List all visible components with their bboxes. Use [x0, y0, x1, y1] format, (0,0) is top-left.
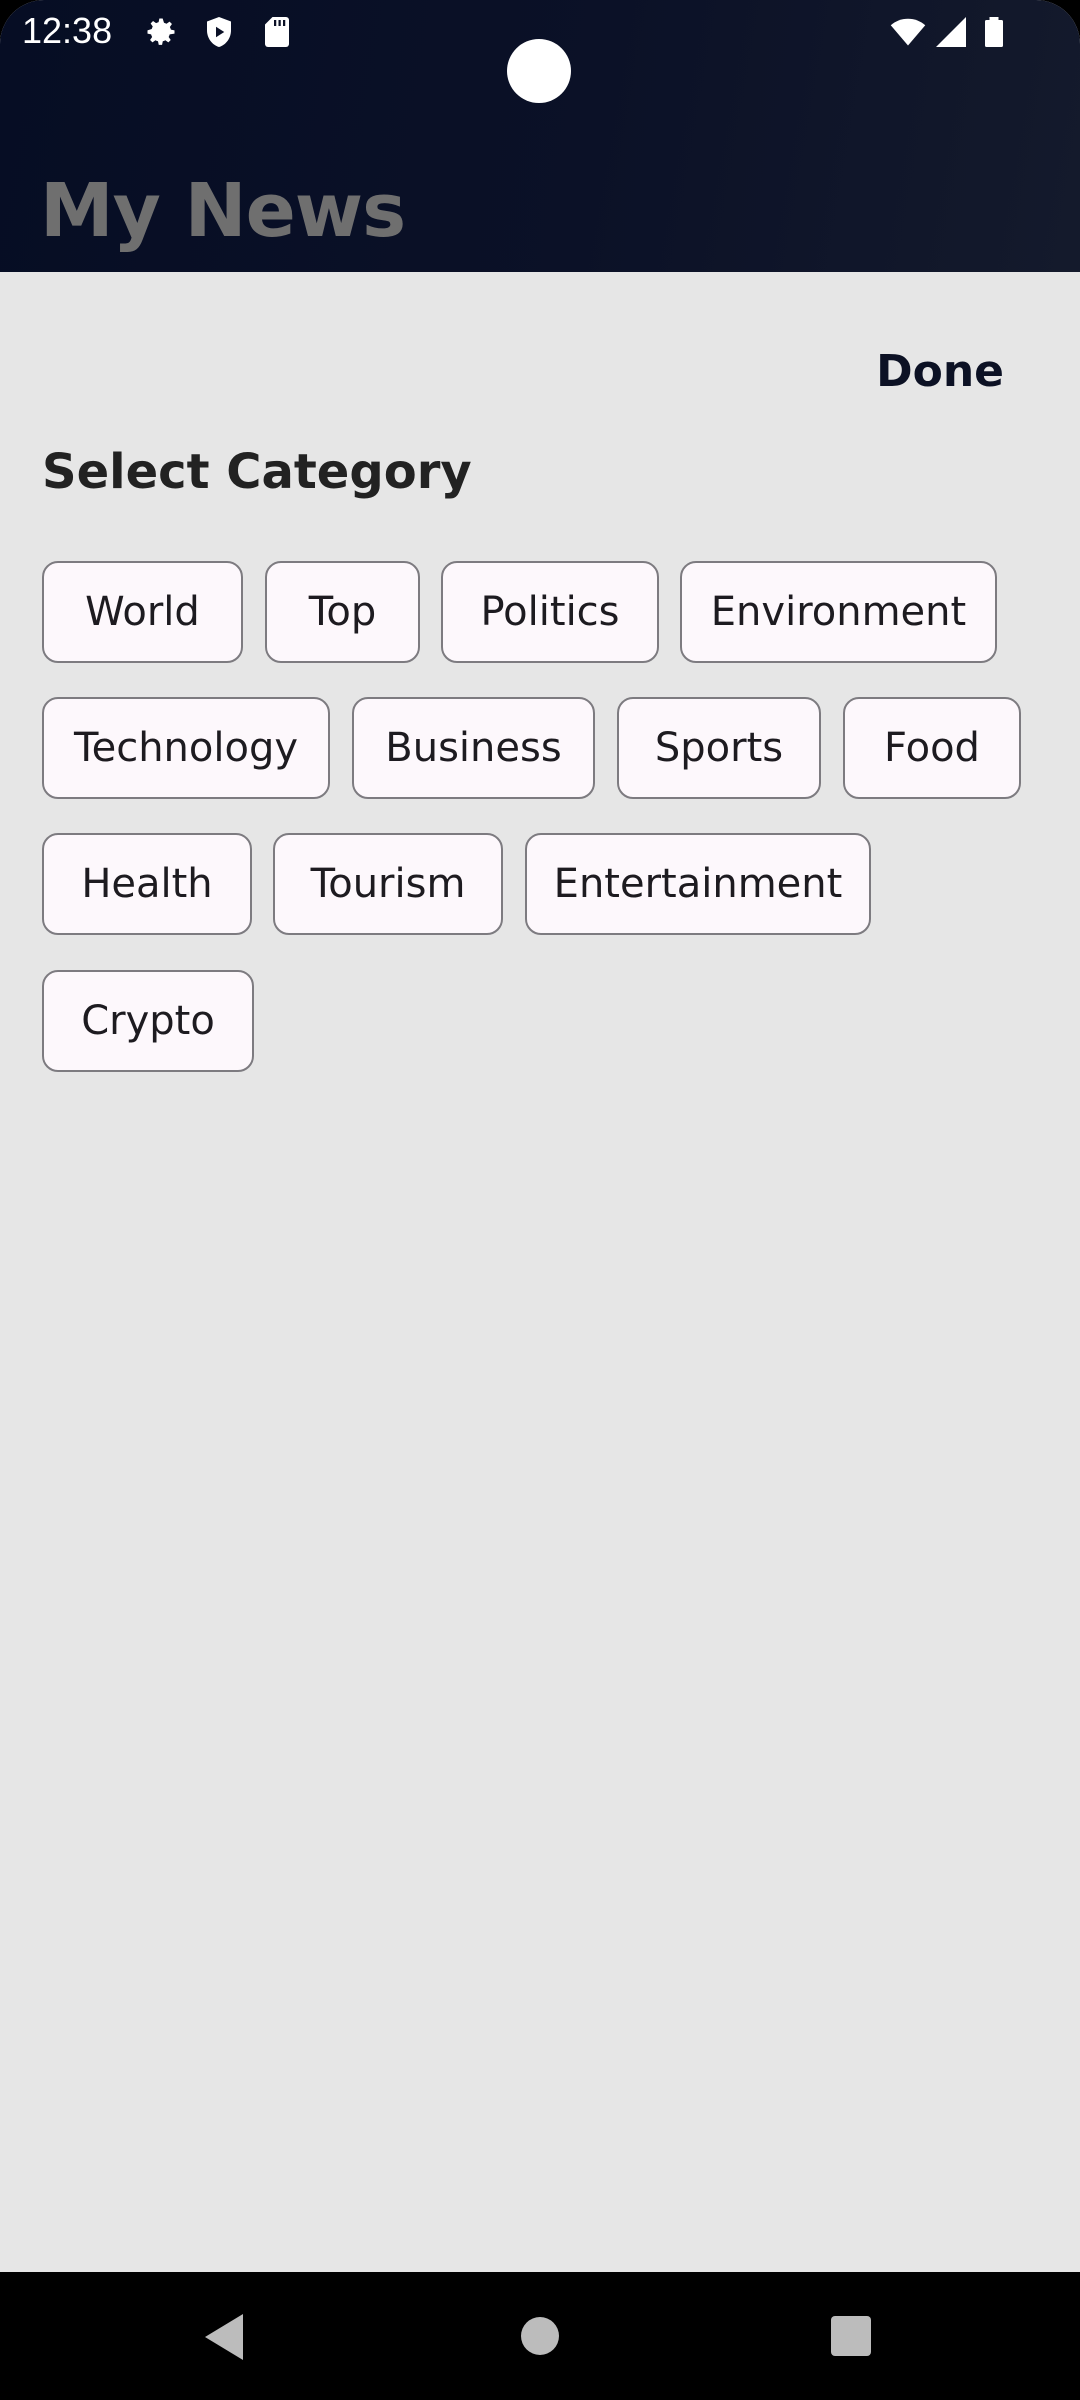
battery-icon	[985, 17, 1003, 47]
sd-card-icon	[265, 17, 289, 47]
category-chip-environment[interactable]: Environment	[680, 561, 997, 663]
system-nav-bar	[0, 2272, 1080, 2400]
category-chip-health[interactable]: Health	[42, 833, 252, 935]
category-chip-business[interactable]: Business	[352, 697, 595, 799]
done-button[interactable]: Done	[876, 346, 1004, 397]
wifi-icon	[890, 18, 926, 46]
back-icon[interactable]	[205, 2314, 243, 2360]
signal-icon	[936, 17, 966, 47]
category-chip-top[interactable]: Top	[265, 561, 420, 663]
category-chip-food[interactable]: Food	[843, 697, 1021, 799]
app-header: 12:38 My News	[0, 0, 1080, 272]
home-icon[interactable]	[521, 2317, 559, 2355]
app-title: My News	[40, 168, 406, 254]
category-chip-tourism[interactable]: Tourism	[273, 833, 503, 935]
status-time: 12:38	[22, 10, 113, 51]
category-chip-crypto[interactable]: Crypto	[42, 970, 254, 1072]
category-chip-sports[interactable]: Sports	[617, 697, 821, 799]
category-chip-entertainment[interactable]: Entertainment	[525, 833, 871, 935]
recents-icon[interactable]	[831, 2316, 871, 2356]
screen: 12:38 My News Done Select Category World…	[0, 0, 1080, 2400]
camera-cutout	[507, 39, 571, 103]
gear-icon	[147, 18, 175, 45]
category-chip-world[interactable]: World	[42, 561, 243, 663]
category-chip-technology[interactable]: Technology	[42, 697, 330, 799]
shield-play-icon	[207, 17, 231, 47]
section-title: Select Category	[42, 444, 472, 500]
category-chip-politics[interactable]: Politics	[441, 561, 659, 663]
category-sheet: Done Select Category World Top Politics …	[0, 272, 1080, 2272]
